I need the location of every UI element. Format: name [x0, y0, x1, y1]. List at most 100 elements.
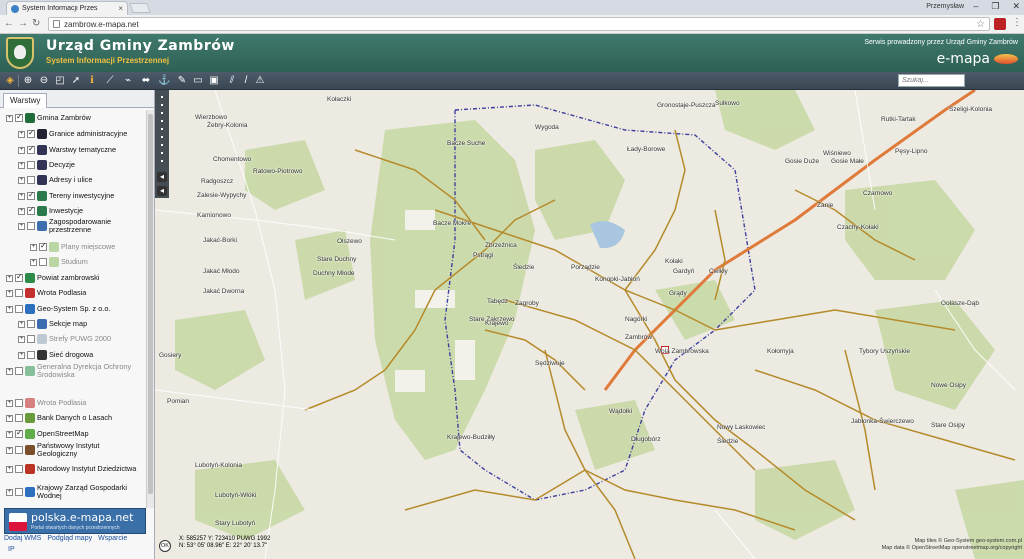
- page-info-icon[interactable]: [53, 20, 60, 28]
- profile-name[interactable]: Przemysław: [926, 3, 964, 10]
- scroll-thumb[interactable]: [148, 114, 153, 494]
- identify-icon[interactable]: ℹ: [86, 75, 98, 87]
- layer-checkbox[interactable]: [27, 222, 35, 230]
- expand-toggle-icon[interactable]: +: [6, 414, 13, 422]
- browser-menu-icon[interactable]: ⋮: [1012, 17, 1022, 28]
- expand-toggle-icon[interactable]: +: [18, 320, 25, 328]
- layer-item[interactable]: + Geo-System Sp. z o.o.: [0, 302, 148, 316]
- layers-scrollbar[interactable]: [146, 110, 154, 508]
- layer-checkbox[interactable]: [15, 428, 23, 438]
- measure-polyline-icon[interactable]: ⌁: [122, 75, 134, 87]
- select-pointer-icon[interactable]: ➚: [70, 75, 82, 87]
- anchor-icon[interactable]: ⚓: [158, 75, 170, 87]
- layer-checkbox[interactable]: [15, 465, 23, 473]
- layer-item[interactable]: + OpenStreetMap: [0, 427, 148, 441]
- layer-checkbox[interactable]: [27, 144, 35, 154]
- expand-toggle-icon[interactable]: +: [6, 274, 13, 282]
- layer-item[interactable]: + Wrota Podlasia: [0, 286, 148, 300]
- layer-checkbox[interactable]: [15, 414, 23, 422]
- layer-item[interactable]: + Studium: [0, 255, 148, 269]
- layer-item[interactable]: + Plany miejscowe: [0, 240, 148, 254]
- address-bar[interactable]: zambrow.e-mapa.net ☆: [48, 17, 990, 31]
- zoom-level-dot[interactable]: [161, 112, 163, 114]
- tab-layers[interactable]: Warstwy: [3, 93, 48, 108]
- expand-toggle-icon[interactable]: +: [18, 222, 25, 230]
- layer-checkbox[interactable]: [15, 488, 23, 496]
- close-tab-icon[interactable]: ×: [118, 4, 123, 13]
- expand-toggle-icon[interactable]: +: [6, 289, 13, 297]
- layer-item[interactable]: + Wrota Podlasia: [0, 396, 148, 410]
- layer-checkbox[interactable]: [15, 289, 23, 297]
- ip-link[interactable]: IP: [8, 546, 15, 553]
- layer-checkbox[interactable]: [15, 399, 23, 407]
- layer-item[interactable]: + Państwowy Instytut Geologiczny: [0, 442, 148, 458]
- address-url[interactable]: zambrow.e-mapa.net: [64, 20, 972, 29]
- expand-toggle-icon[interactable]: +: [18, 130, 25, 138]
- layer-checkbox[interactable]: [27, 320, 35, 328]
- layer-item[interactable]: + Zagospodarowanie przestrzenne: [0, 218, 148, 234]
- expand-toggle-icon[interactable]: +: [18, 161, 25, 169]
- expand-toggle-icon[interactable]: +: [6, 114, 13, 122]
- collapse-panel-button[interactable]: ◂: [157, 172, 167, 182]
- expand-toggle-icon[interactable]: +: [30, 243, 37, 251]
- polska-e-mapa-banner[interactable]: polska.e-mapa.net Portal otwartych danyc…: [4, 508, 146, 534]
- layer-checkbox[interactable]: [15, 112, 23, 122]
- layer-item[interactable]: + Gmina Zambrów: [0, 111, 148, 125]
- layer-checkbox[interactable]: [39, 241, 47, 251]
- warning-icon[interactable]: ⚠: [254, 75, 266, 87]
- expand-toggle-icon[interactable]: +: [6, 399, 13, 407]
- layer-item[interactable]: + Krajowy Zarząd Gospodarki Wodnej: [0, 484, 148, 500]
- layer-item[interactable]: + Inwestycje: [0, 204, 148, 218]
- layer-item[interactable]: + Adresy i ulice: [0, 173, 148, 187]
- layers-icon[interactable]: ◈: [4, 75, 16, 87]
- zoom-level-dot[interactable]: [161, 96, 163, 98]
- measure-area-icon[interactable]: ⬌: [140, 75, 152, 87]
- expand-toggle-icon[interactable]: +: [6, 367, 13, 375]
- support-link[interactable]: Wsparcie: [98, 535, 127, 542]
- maximize-icon[interactable]: ❐: [991, 1, 999, 12]
- expand-toggle-icon[interactable]: +: [6, 430, 13, 438]
- layer-checkbox[interactable]: [15, 367, 23, 375]
- layer-checkbox[interactable]: [27, 335, 35, 343]
- measure-line-icon[interactable]: ⟋: [104, 75, 116, 87]
- zoom-extent-icon[interactable]: ◰: [54, 75, 66, 87]
- expand-toggle-icon[interactable]: +: [6, 305, 13, 313]
- map-canvas[interactable]: ◂ ◂ Kołaczki Wierzbowo Żebry-Kolonia Chomen…: [155, 90, 1024, 559]
- draw-icon[interactable]: ✎: [176, 75, 188, 87]
- layer-item[interactable]: + Sieć drogowa: [0, 348, 148, 362]
- layer-item[interactable]: + Warstwy tematyczne: [0, 143, 148, 157]
- zoom-level-dot[interactable]: [161, 104, 163, 106]
- layer-checkbox[interactable]: [15, 446, 23, 454]
- layer-item[interactable]: + Granice administracyjne: [0, 127, 148, 141]
- layer-checkbox[interactable]: [39, 258, 47, 266]
- bus-icon[interactable]: ▣: [208, 75, 220, 87]
- reload-icon[interactable]: ↻: [32, 18, 40, 29]
- layer-checkbox[interactable]: [27, 176, 35, 184]
- expand-toggle-icon[interactable]: +: [18, 335, 25, 343]
- expand-toggle-icon[interactable]: +: [18, 146, 25, 154]
- zoom-level-dot[interactable]: [161, 160, 163, 162]
- zoom-level-dot[interactable]: [161, 128, 163, 130]
- layer-item[interactable]: + Bank Danych o Lasach: [0, 411, 148, 425]
- expand-toggle-icon[interactable]: +: [18, 351, 25, 359]
- minimize-icon[interactable]: –: [973, 1, 978, 12]
- layer-item[interactable]: + Tereny inwestycyjne: [0, 189, 148, 203]
- layer-item[interactable]: + Narodowy Instytut Dziedzictwa: [0, 462, 148, 476]
- zoom-level-dot[interactable]: [161, 136, 163, 138]
- zoom-out-icon[interactable]: ⊖: [38, 75, 50, 87]
- layer-item[interactable]: + Strefy PUWG 2000: [0, 332, 148, 346]
- layer-item[interactable]: + Powiat zambrowski: [0, 271, 148, 285]
- add-wms-link[interactable]: Dodaj WMS: [4, 535, 41, 542]
- slash-icon[interactable]: /: [240, 75, 252, 87]
- close-window-icon[interactable]: ✕: [1012, 1, 1020, 12]
- zoom-in-icon[interactable]: ⊕: [22, 75, 34, 87]
- layer-checkbox[interactable]: [27, 161, 35, 169]
- expand-panel-button[interactable]: ◂: [157, 186, 167, 196]
- layer-checkbox[interactable]: [27, 128, 35, 138]
- expand-toggle-icon[interactable]: +: [30, 258, 37, 266]
- expand-toggle-icon[interactable]: +: [18, 176, 25, 184]
- layer-checkbox[interactable]: [15, 305, 23, 313]
- expand-toggle-icon[interactable]: +: [6, 488, 13, 496]
- layer-checkbox[interactable]: [15, 272, 23, 282]
- layer-item[interactable]: + Decyzje: [0, 158, 148, 172]
